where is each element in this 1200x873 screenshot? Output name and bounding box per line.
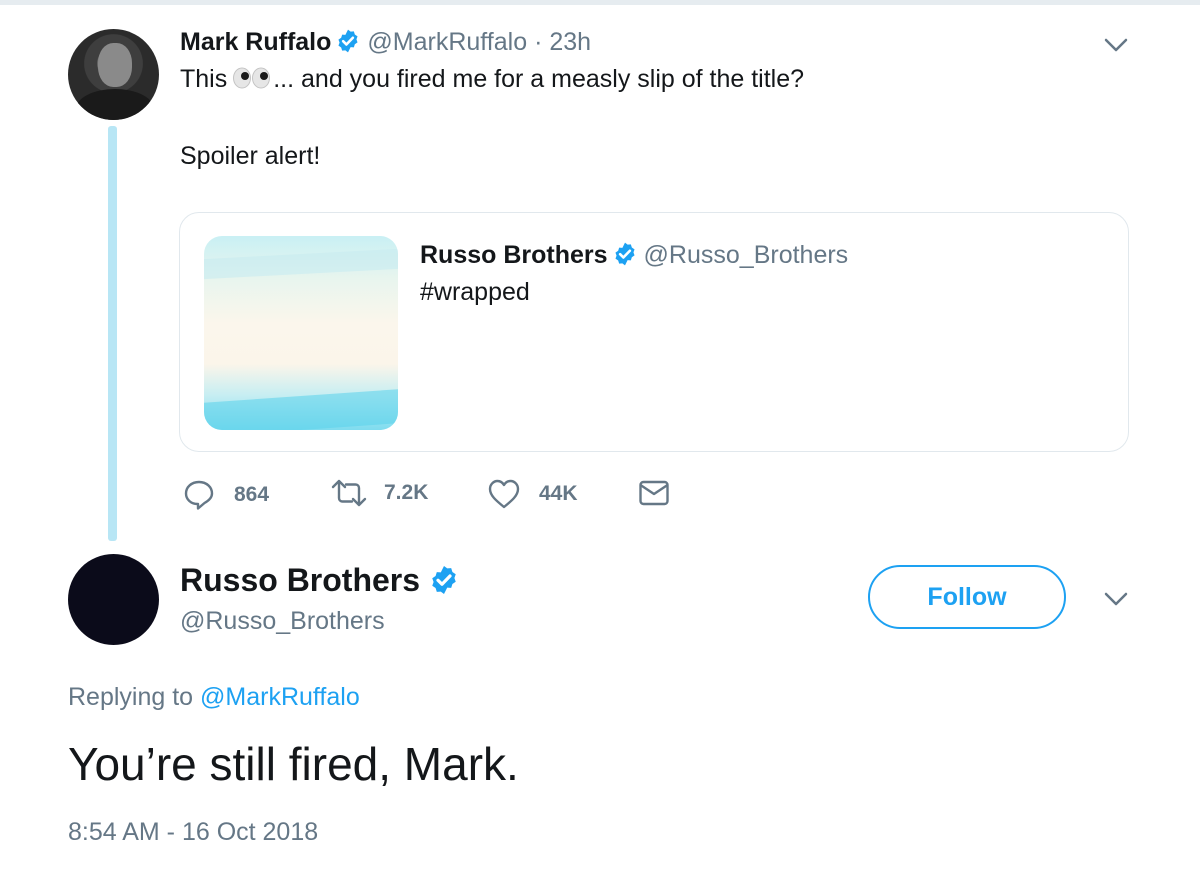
main-tweet-text: You’re still fired, Mark.: [68, 738, 519, 790]
tweet-timestamp[interactable]: 8:54 AM - 16 Oct 2018: [68, 817, 318, 847]
parent-author-handle[interactable]: @MarkRuffalo: [367, 28, 527, 56]
eyes-emoji-icon: [233, 67, 271, 89]
quoted-tweet-header: Russo Brothers @Russo_Brothers: [420, 240, 848, 270]
main-author-name[interactable]: Russo Brothers: [180, 562, 420, 598]
parent-tweet-text-line2: Spoiler alert!: [180, 142, 321, 170]
retweet-icon: [331, 479, 367, 507]
like-action[interactable]: 44K: [487, 478, 578, 510]
quoted-tweet-text: #wrapped: [420, 278, 530, 306]
parent-text-start: This: [180, 65, 228, 93]
avatar-face: [98, 43, 132, 87]
heart-icon: [488, 479, 520, 509]
verified-badge-icon: [615, 242, 635, 266]
main-author-name-row: Russo Brothers: [180, 561, 466, 599]
quoted-tweet-card[interactable]: Russo Brothers @Russo_Brothers #wrapped: [179, 212, 1129, 452]
quoted-author-handle: @Russo_Brothers: [643, 241, 849, 269]
thumbnail-streak: [204, 248, 398, 280]
parent-text-rest: ... and you fired me for a measly slip o…: [273, 65, 805, 93]
retweet-count: 7.2K: [384, 481, 429, 504]
thumbnail-streak-bottom: [204, 389, 398, 430]
parent-author-name[interactable]: Mark Ruffalo: [180, 28, 331, 56]
verified-badge-icon: [338, 29, 358, 53]
replying-prefix: Replying to: [68, 683, 194, 711]
avatar-shoulders: [76, 89, 154, 120]
quoted-author-name: Russo Brothers: [420, 241, 608, 269]
follow-button[interactable]: Follow: [868, 565, 1066, 629]
top-divider: [0, 0, 1200, 5]
thread-connector-line: [108, 126, 117, 541]
replying-to-link[interactable]: @MarkRuffalo: [200, 683, 360, 711]
chevron-down-icon[interactable]: [1103, 590, 1129, 608]
direct-message-action[interactable]: [638, 478, 670, 508]
russo-brothers-avatar[interactable]: [68, 554, 159, 645]
parent-tweet-text: This ... and you fired me for a measly sl…: [180, 64, 804, 94]
header-separator: ·: [534, 28, 543, 56]
reply-icon: [184, 480, 214, 510]
envelope-icon: [639, 480, 669, 506]
parent-tweet-time[interactable]: 23h: [549, 28, 591, 56]
chevron-down-icon[interactable]: [1103, 36, 1129, 54]
reply-action[interactable]: 864: [182, 478, 269, 512]
replying-to-line: Replying to @MarkRuffalo: [68, 682, 360, 712]
mark-ruffalo-avatar[interactable]: [68, 29, 159, 120]
retweet-action[interactable]: 7.2K: [330, 478, 428, 508]
like-count: 44K: [539, 482, 578, 505]
main-author-handle[interactable]: @Russo_Brothers: [180, 606, 385, 636]
parent-tweet-header: Mark Ruffalo @MarkRuffalo · 23h: [180, 27, 591, 57]
verified-badge-icon: [432, 566, 456, 594]
quoted-tweet-thumbnail[interactable]: [204, 236, 398, 430]
reply-count: 864: [234, 483, 270, 506]
